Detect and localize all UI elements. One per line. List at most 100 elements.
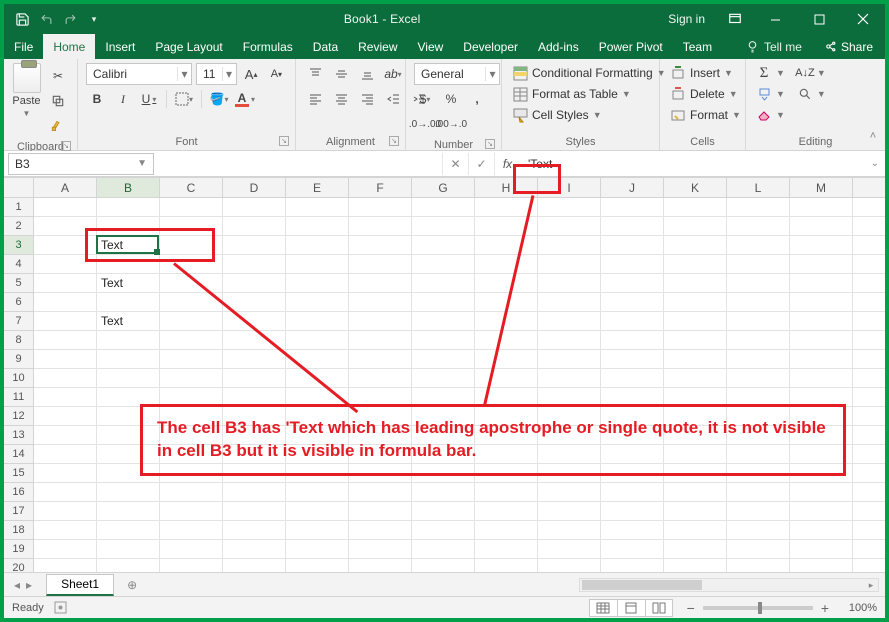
enter-formula-button[interactable]: ✓	[468, 153, 494, 175]
cell[interactable]	[412, 502, 475, 520]
cell[interactable]	[160, 217, 223, 235]
cell[interactable]	[538, 540, 601, 558]
cell[interactable]	[601, 331, 664, 349]
cell[interactable]	[601, 293, 664, 311]
cell[interactable]	[412, 255, 475, 273]
cell[interactable]	[34, 331, 97, 349]
cell[interactable]	[34, 274, 97, 292]
cell[interactable]	[727, 483, 790, 501]
cell[interactable]	[223, 483, 286, 501]
cell[interactable]	[727, 559, 790, 572]
insert-function-button[interactable]: fx	[494, 153, 520, 175]
row-header[interactable]: 15	[4, 464, 33, 483]
dialog-launcher-icon[interactable]: ↘	[279, 136, 289, 146]
cell[interactable]	[664, 483, 727, 501]
cell[interactable]	[538, 312, 601, 330]
cell[interactable]	[412, 331, 475, 349]
cell[interactable]	[475, 350, 538, 368]
cell[interactable]	[790, 502, 853, 520]
row-header[interactable]: 1	[4, 198, 33, 217]
cell[interactable]	[349, 331, 412, 349]
align-center-button[interactable]	[330, 88, 352, 110]
cell[interactable]	[412, 293, 475, 311]
column-header[interactable]: M	[790, 178, 853, 197]
cell[interactable]	[34, 236, 97, 254]
tab-team[interactable]: Team	[673, 34, 722, 59]
format-as-table-button[interactable]: Format as Table▼	[510, 84, 633, 104]
tab-page-layout[interactable]: Page Layout	[145, 34, 232, 59]
cell[interactable]	[97, 540, 160, 558]
cell[interactable]	[412, 350, 475, 368]
cell[interactable]	[286, 483, 349, 501]
cell[interactable]	[790, 521, 853, 539]
cell[interactable]	[790, 198, 853, 216]
cell[interactable]	[475, 540, 538, 558]
row-header[interactable]: 19	[4, 540, 33, 559]
name-box[interactable]: B3▼	[8, 153, 154, 175]
view-normal-button[interactable]	[589, 599, 617, 617]
undo-icon[interactable]	[38, 11, 54, 27]
cell[interactable]	[412, 198, 475, 216]
cell[interactable]	[286, 521, 349, 539]
cell[interactable]	[790, 369, 853, 387]
cell[interactable]	[475, 483, 538, 501]
fill-color-button[interactable]: 🪣▾	[208, 88, 230, 110]
cell[interactable]	[601, 559, 664, 572]
zoom-level[interactable]: 100%	[837, 602, 877, 614]
dialog-launcher-icon[interactable]: ↘	[61, 141, 71, 151]
column-header[interactable]: G	[412, 178, 475, 197]
cell[interactable]	[664, 350, 727, 368]
cell[interactable]	[601, 217, 664, 235]
column-header[interactable]: K	[664, 178, 727, 197]
row-header[interactable]: 11	[4, 388, 33, 407]
cell[interactable]	[286, 293, 349, 311]
tab-data[interactable]: Data	[303, 34, 348, 59]
cell[interactable]	[223, 217, 286, 235]
cell[interactable]	[349, 483, 412, 501]
cell[interactable]	[790, 331, 853, 349]
column-header[interactable]: L	[727, 178, 790, 197]
cell[interactable]	[97, 502, 160, 520]
cell[interactable]	[97, 559, 160, 572]
cell[interactable]	[664, 198, 727, 216]
cell[interactable]	[727, 198, 790, 216]
view-page-layout-button[interactable]	[617, 599, 645, 617]
cell[interactable]	[475, 255, 538, 273]
paste-button[interactable]: Paste ▼	[12, 63, 41, 118]
cell[interactable]	[538, 521, 601, 539]
column-header[interactable]: E	[286, 178, 349, 197]
cell[interactable]	[790, 350, 853, 368]
cell[interactable]	[34, 559, 97, 572]
row-headers[interactable]: 1234567891011121314151617181920	[4, 198, 34, 572]
cell[interactable]	[727, 236, 790, 254]
cell[interactable]	[790, 483, 853, 501]
cell[interactable]	[349, 350, 412, 368]
tab-view[interactable]: View	[408, 34, 454, 59]
increase-decimal-button[interactable]: .0→.00	[414, 113, 436, 135]
row-header[interactable]: 8	[4, 331, 33, 350]
find-select-button[interactable]: ▼	[795, 84, 828, 104]
cell[interactable]	[601, 483, 664, 501]
cell[interactable]	[160, 312, 223, 330]
cell[interactable]	[664, 236, 727, 254]
cell[interactable]: Text	[97, 236, 160, 254]
cell[interactable]	[223, 502, 286, 520]
row-header[interactable]: 16	[4, 483, 33, 502]
column-header[interactable]: D	[223, 178, 286, 197]
row-header[interactable]: 17	[4, 502, 33, 521]
zoom-in-button[interactable]: +	[821, 600, 829, 616]
cell[interactable]	[412, 312, 475, 330]
cell[interactable]	[412, 483, 475, 501]
cell[interactable]	[790, 293, 853, 311]
cell[interactable]	[349, 198, 412, 216]
font-family-combo[interactable]: Calibri▾	[86, 63, 192, 85]
cell[interactable]	[538, 236, 601, 254]
decrease-decimal-button[interactable]: .00→.0	[440, 113, 462, 135]
clear-button[interactable]: ▼	[754, 105, 787, 125]
cell[interactable]	[349, 274, 412, 292]
cell[interactable]	[538, 198, 601, 216]
cell[interactable]	[223, 236, 286, 254]
row-header[interactable]: 5	[4, 274, 33, 293]
cell[interactable]	[790, 236, 853, 254]
cell[interactable]	[601, 369, 664, 387]
